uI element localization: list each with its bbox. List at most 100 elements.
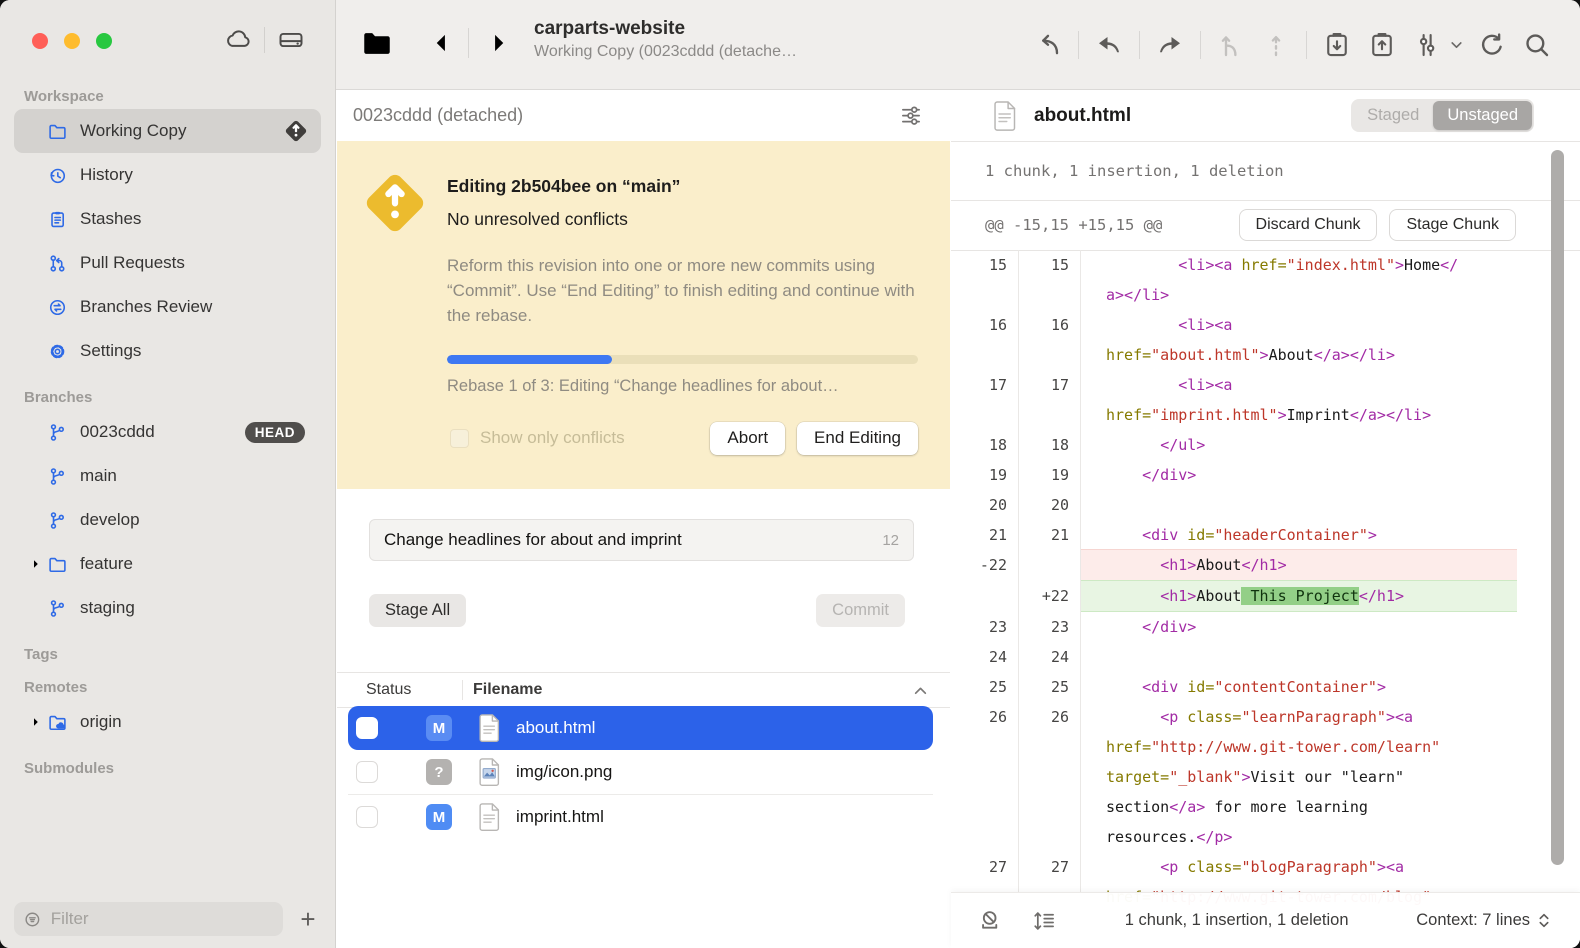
sidebar-item-origin[interactable]: origin <box>14 700 321 744</box>
sidebar-item-stashes[interactable]: Stashes <box>14 197 321 241</box>
commit-button[interactable]: Commit <box>816 594 905 627</box>
file-row-about-html[interactable]: Mabout.html <box>348 706 933 750</box>
pull-request-icon <box>48 254 67 273</box>
apply-stash-icon[interactable] <box>1155 30 1185 60</box>
sidebar-item-feature[interactable]: feature <box>14 542 321 586</box>
sidebar-item-settings[interactable]: Settings <box>14 329 321 373</box>
sidebar-item-label: staging <box>80 598 321 618</box>
services-icon[interactable] <box>1412 30 1442 60</box>
diff-code: <li><a href="about.html">About</a></li> <box>1081 310 1517 370</box>
forward-icon[interactable] <box>484 29 512 57</box>
end-editing-button[interactable]: End Editing <box>797 422 918 455</box>
cloud-icon[interactable] <box>224 26 252 54</box>
disclosure-chevron-icon[interactable] <box>24 716 48 728</box>
diff-code: <h1>About This Project</h1> <box>1081 580 1517 612</box>
toolbar-divider <box>1200 31 1201 59</box>
sidebar-item-label: Settings <box>80 341 321 361</box>
file-table-header: Status Filename <box>337 672 950 708</box>
sidebar-item-0023cddd[interactable]: 0023cdddHEAD <box>14 410 321 454</box>
gear-icon <box>48 342 67 361</box>
rebase-icon[interactable] <box>1261 30 1291 60</box>
filter-field[interactable] <box>14 902 283 936</box>
show-only-conflicts-checkbox[interactable] <box>450 429 469 448</box>
diff-line: 2424 <box>951 642 1517 672</box>
abort-button[interactable]: Abort <box>710 422 785 455</box>
minimize-button[interactable] <box>64 33 80 49</box>
quick-actions-wand-icon[interactable] <box>882 25 914 57</box>
window-controls <box>32 33 112 49</box>
diff-line: 1919 </div> <box>951 460 1517 490</box>
commit-message-input[interactable] <box>370 530 882 550</box>
file-checkbox[interactable] <box>356 717 378 739</box>
add-repository-button[interactable]: + <box>293 904 323 934</box>
sidebar-item-develop[interactable]: develop <box>14 498 321 542</box>
push-icon[interactable] <box>1367 30 1397 60</box>
status-column-header[interactable]: Status <box>366 681 462 699</box>
sidebar-item-working-copy[interactable]: Working Copy <box>14 109 321 153</box>
pull-icon[interactable] <box>1322 30 1352 60</box>
file-checkbox[interactable] <box>356 761 378 783</box>
stash-icon[interactable] <box>1094 30 1124 60</box>
back-icon[interactable] <box>428 29 456 57</box>
staged-unstaged-segmented-control: StagedUnstaged <box>1351 99 1534 132</box>
view-options-sliders-icon[interactable] <box>898 103 924 129</box>
working-copy-panel: 0023cddd (detached) Editing 2b504bee on … <box>337 90 950 948</box>
document-file-icon <box>476 713 502 743</box>
new-line-number: 21 <box>1019 520 1081 550</box>
sidebar-item-pull-requests[interactable]: Pull Requests <box>14 241 321 285</box>
drive-icon[interactable] <box>277 26 305 54</box>
chevron-down-icon[interactable] <box>1451 41 1462 49</box>
vertical-scrollbar[interactable] <box>1551 150 1564 865</box>
old-line-number <box>951 581 1019 612</box>
ignore-whitespace-icon[interactable] <box>977 908 1003 934</box>
commit-message-box: 12 <box>369 519 914 561</box>
column-divider <box>462 680 463 700</box>
diff-code <box>1081 490 1517 520</box>
status-badge: M <box>426 804 452 830</box>
file-checkbox[interactable] <box>356 806 378 828</box>
line-wrap-icon[interactable] <box>1031 908 1057 934</box>
diff-footer-bar: 1 chunk, 1 insertion, 1 deletion Context… <box>951 892 1580 948</box>
file-row-img-icon-png[interactable]: ?img/icon.png <box>348 750 933 794</box>
file-row-imprint-html[interactable]: Mimprint.html <box>348 795 933 839</box>
file-list: Mabout.html?img/icon.pngMimprint.html <box>337 706 950 839</box>
stage-all-button[interactable]: Stage All <box>369 594 466 627</box>
toolbar-divider <box>1078 31 1079 59</box>
old-line-number: 20 <box>951 490 1019 520</box>
filter-input[interactable] <box>49 908 273 930</box>
sort-chevron-icon[interactable] <box>913 685 928 696</box>
filename-column-header[interactable]: Filename <box>473 681 913 699</box>
stage-chunk-button[interactable]: Stage Chunk <box>1389 209 1516 241</box>
zoom-button[interactable] <box>96 33 112 49</box>
segmented-option-unstaged[interactable]: Unstaged <box>1433 101 1532 130</box>
checkout-icon[interactable] <box>1033 30 1063 60</box>
diff-line: 1616 <li><a href="about.html">About</a><… <box>951 310 1517 370</box>
diff-line: 2626 <p class="learnParagraph"><a href="… <box>951 702 1517 852</box>
sidebar-item-label: Working Copy <box>80 121 283 141</box>
merge-icon[interactable] <box>1216 30 1246 60</box>
toolbar-divider <box>1139 31 1140 59</box>
branch-icon <box>48 423 67 442</box>
refresh-icon[interactable] <box>1477 30 1507 60</box>
old-line-number: 24 <box>951 642 1019 672</box>
sidebar-section-label-workspace: Workspace <box>24 88 311 105</box>
diff-line: 2323 </div> <box>951 612 1517 642</box>
segmented-option-staged[interactable]: Staged <box>1353 101 1433 130</box>
sidebar-item-history[interactable]: History <box>14 153 321 197</box>
diff-line: 2525 <div id="contentContainer"> <box>951 672 1517 702</box>
sidebar-item-main[interactable]: main <box>14 454 321 498</box>
repo-subtitle: Working Copy (0023cddd (detache… <box>534 43 864 61</box>
sidebar-item-branches-review[interactable]: Branches Review <box>14 285 321 329</box>
search-icon[interactable] <box>1522 30 1552 60</box>
toolbar: carparts-website Working Copy (0023cddd … <box>336 0 1580 90</box>
diff-panel: about.html StagedUnstaged 1 chunk, 1 ins… <box>951 90 1580 948</box>
diff-code: <div id="contentContainer"> <box>1081 672 1517 702</box>
close-button[interactable] <box>32 33 48 49</box>
sidebar-item-staging[interactable]: staging <box>14 586 321 630</box>
discard-chunk-button[interactable]: Discard Chunk <box>1239 209 1378 241</box>
open-repository-icon[interactable] <box>360 26 394 60</box>
disclosure-chevron-icon[interactable] <box>24 558 48 570</box>
new-line-number: 15 <box>1019 250 1081 310</box>
old-line-number: 21 <box>951 520 1019 550</box>
context-stepper-icon[interactable] <box>1538 912 1550 929</box>
